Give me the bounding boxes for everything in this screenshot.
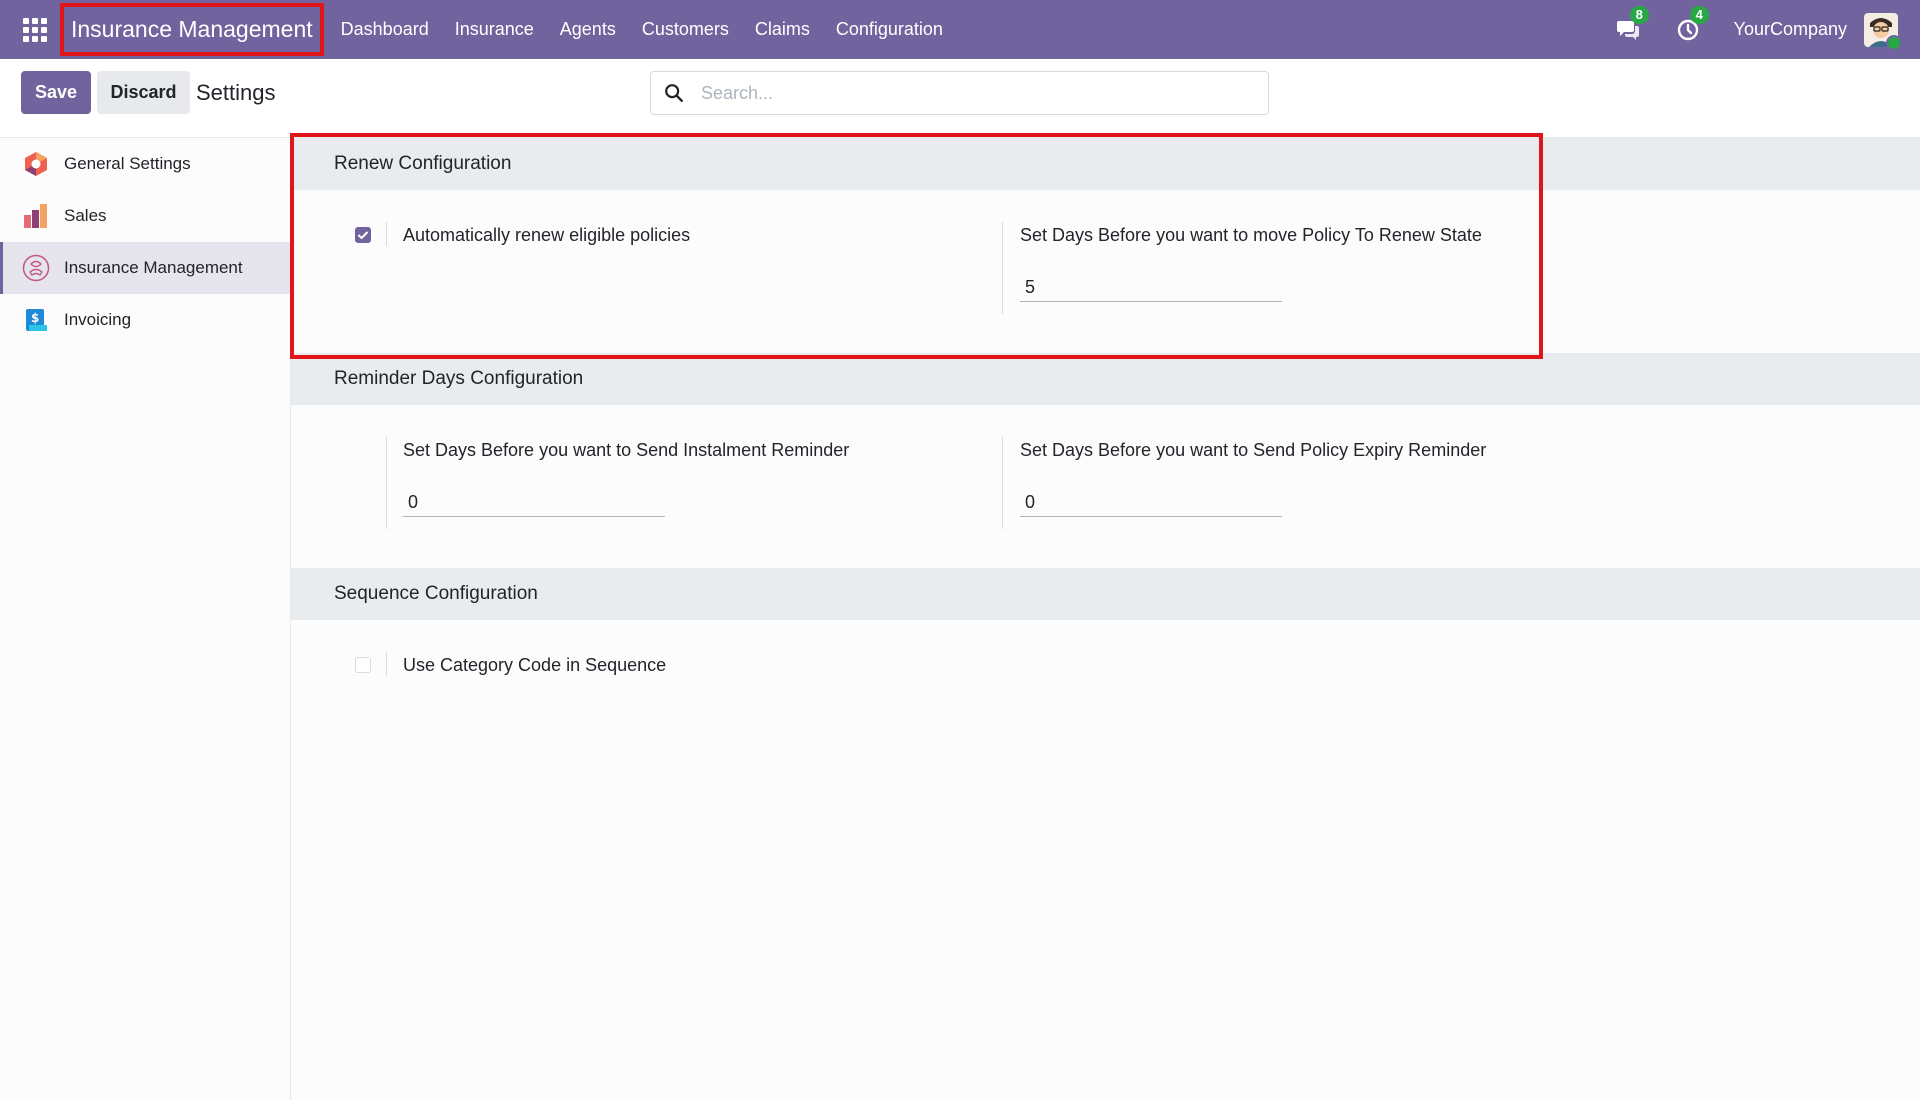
svg-text:$: $ [31, 311, 39, 325]
renew-section-body: Automatically renew eligible policies Se… [291, 190, 1920, 353]
sidebar-item-insurance-management[interactable]: Insurance Management [0, 242, 290, 294]
messages-button[interactable]: 8 [1614, 5, 1649, 44]
settings-sidebar: General Settings Sales Insurance Managem… [0, 138, 291, 1100]
sidebar-item-general-settings[interactable]: General Settings [0, 138, 290, 190]
checkmark-icon [358, 231, 368, 240]
auto-renew-checkbox[interactable] [355, 227, 371, 243]
sequence-section-header: Sequence Configuration [291, 568, 1920, 620]
top-navbar: Insurance Management Dashboard Insurance… [0, 0, 1920, 59]
category-code-checkbox[interactable] [355, 657, 371, 673]
sidebar-item-sales[interactable]: Sales [0, 190, 290, 242]
menu-dashboard[interactable]: Dashboard [328, 0, 442, 59]
reminder-section-header: Reminder Days Configuration [291, 353, 1920, 405]
sidebar-item-label: Sales [64, 206, 107, 225]
category-code-label: Use Category Code in Sequence [403, 655, 667, 675]
company-switcher[interactable]: YourCompany [1734, 19, 1847, 40]
expiry-reminder-label: Set Days Before you want to Send Policy … [1020, 440, 1487, 460]
menu-claims[interactable]: Claims [742, 0, 823, 59]
setting-divider [386, 437, 387, 529]
user-avatar[interactable] [1864, 12, 1902, 51]
renew-days-label: Set Days Before you want to move Policy … [1020, 225, 1482, 245]
renew-days-input[interactable]: 5 [1020, 272, 1282, 302]
sequence-section-body: Use Category Code in Sequence [291, 620, 1920, 740]
general-settings-icon [22, 150, 50, 178]
app-name[interactable]: Insurance Management [60, 3, 324, 56]
search-bar[interactable] [650, 71, 1269, 115]
setting-divider [1002, 222, 1003, 314]
save-button[interactable]: Save [21, 71, 91, 114]
sidebar-item-label: General Settings [64, 154, 191, 173]
sidebar-item-label: Invoicing [64, 310, 132, 329]
instalment-reminder-input[interactable]: 0 [403, 487, 665, 517]
setting-divider [386, 222, 387, 246]
search-input[interactable] [699, 81, 1223, 105]
online-status-dot [1886, 34, 1902, 51]
menu-insurance[interactable]: Insurance [442, 0, 547, 59]
navbar-systray: 8 4 YourCompany [1614, 0, 1920, 59]
auto-renew-label: Automatically renew eligible policies [403, 225, 691, 245]
menu-agents[interactable]: Agents [547, 0, 629, 59]
settings-content: Renew Configuration Automatically renew … [291, 138, 1920, 1100]
invoicing-icon: $ [22, 306, 50, 334]
sidebar-item-invoicing[interactable]: $ Invoicing [0, 294, 290, 346]
sidebar-item-label: Insurance Management [64, 258, 243, 277]
apps-grid-icon[interactable] [22, 17, 48, 43]
sales-icon [22, 202, 50, 230]
setting-divider [386, 652, 387, 676]
activities-button[interactable]: 4 [1674, 5, 1709, 44]
page-title: Settings [196, 80, 276, 105]
discard-button[interactable]: Discard [97, 71, 190, 114]
setting-divider [1002, 437, 1003, 529]
messages-count-badge: 8 [1629, 5, 1649, 24]
expiry-reminder-input[interactable]: 0 [1020, 487, 1282, 517]
instalment-reminder-label: Set Days Before you want to Send Instalm… [403, 440, 850, 460]
menu-customers[interactable]: Customers [629, 0, 742, 59]
reminder-section-body: Set Days Before you want to Send Instalm… [291, 405, 1920, 568]
menu-configuration[interactable]: Configuration [823, 0, 956, 59]
renew-section-header: Renew Configuration [291, 138, 1920, 190]
activities-count-badge: 4 [1689, 5, 1709, 24]
main-menu: Dashboard Insurance Agents Customers Cla… [328, 0, 956, 59]
insurance-icon [22, 254, 50, 282]
control-panel: Save Discard Settings [0, 59, 1920, 138]
search-icon [665, 84, 683, 102]
